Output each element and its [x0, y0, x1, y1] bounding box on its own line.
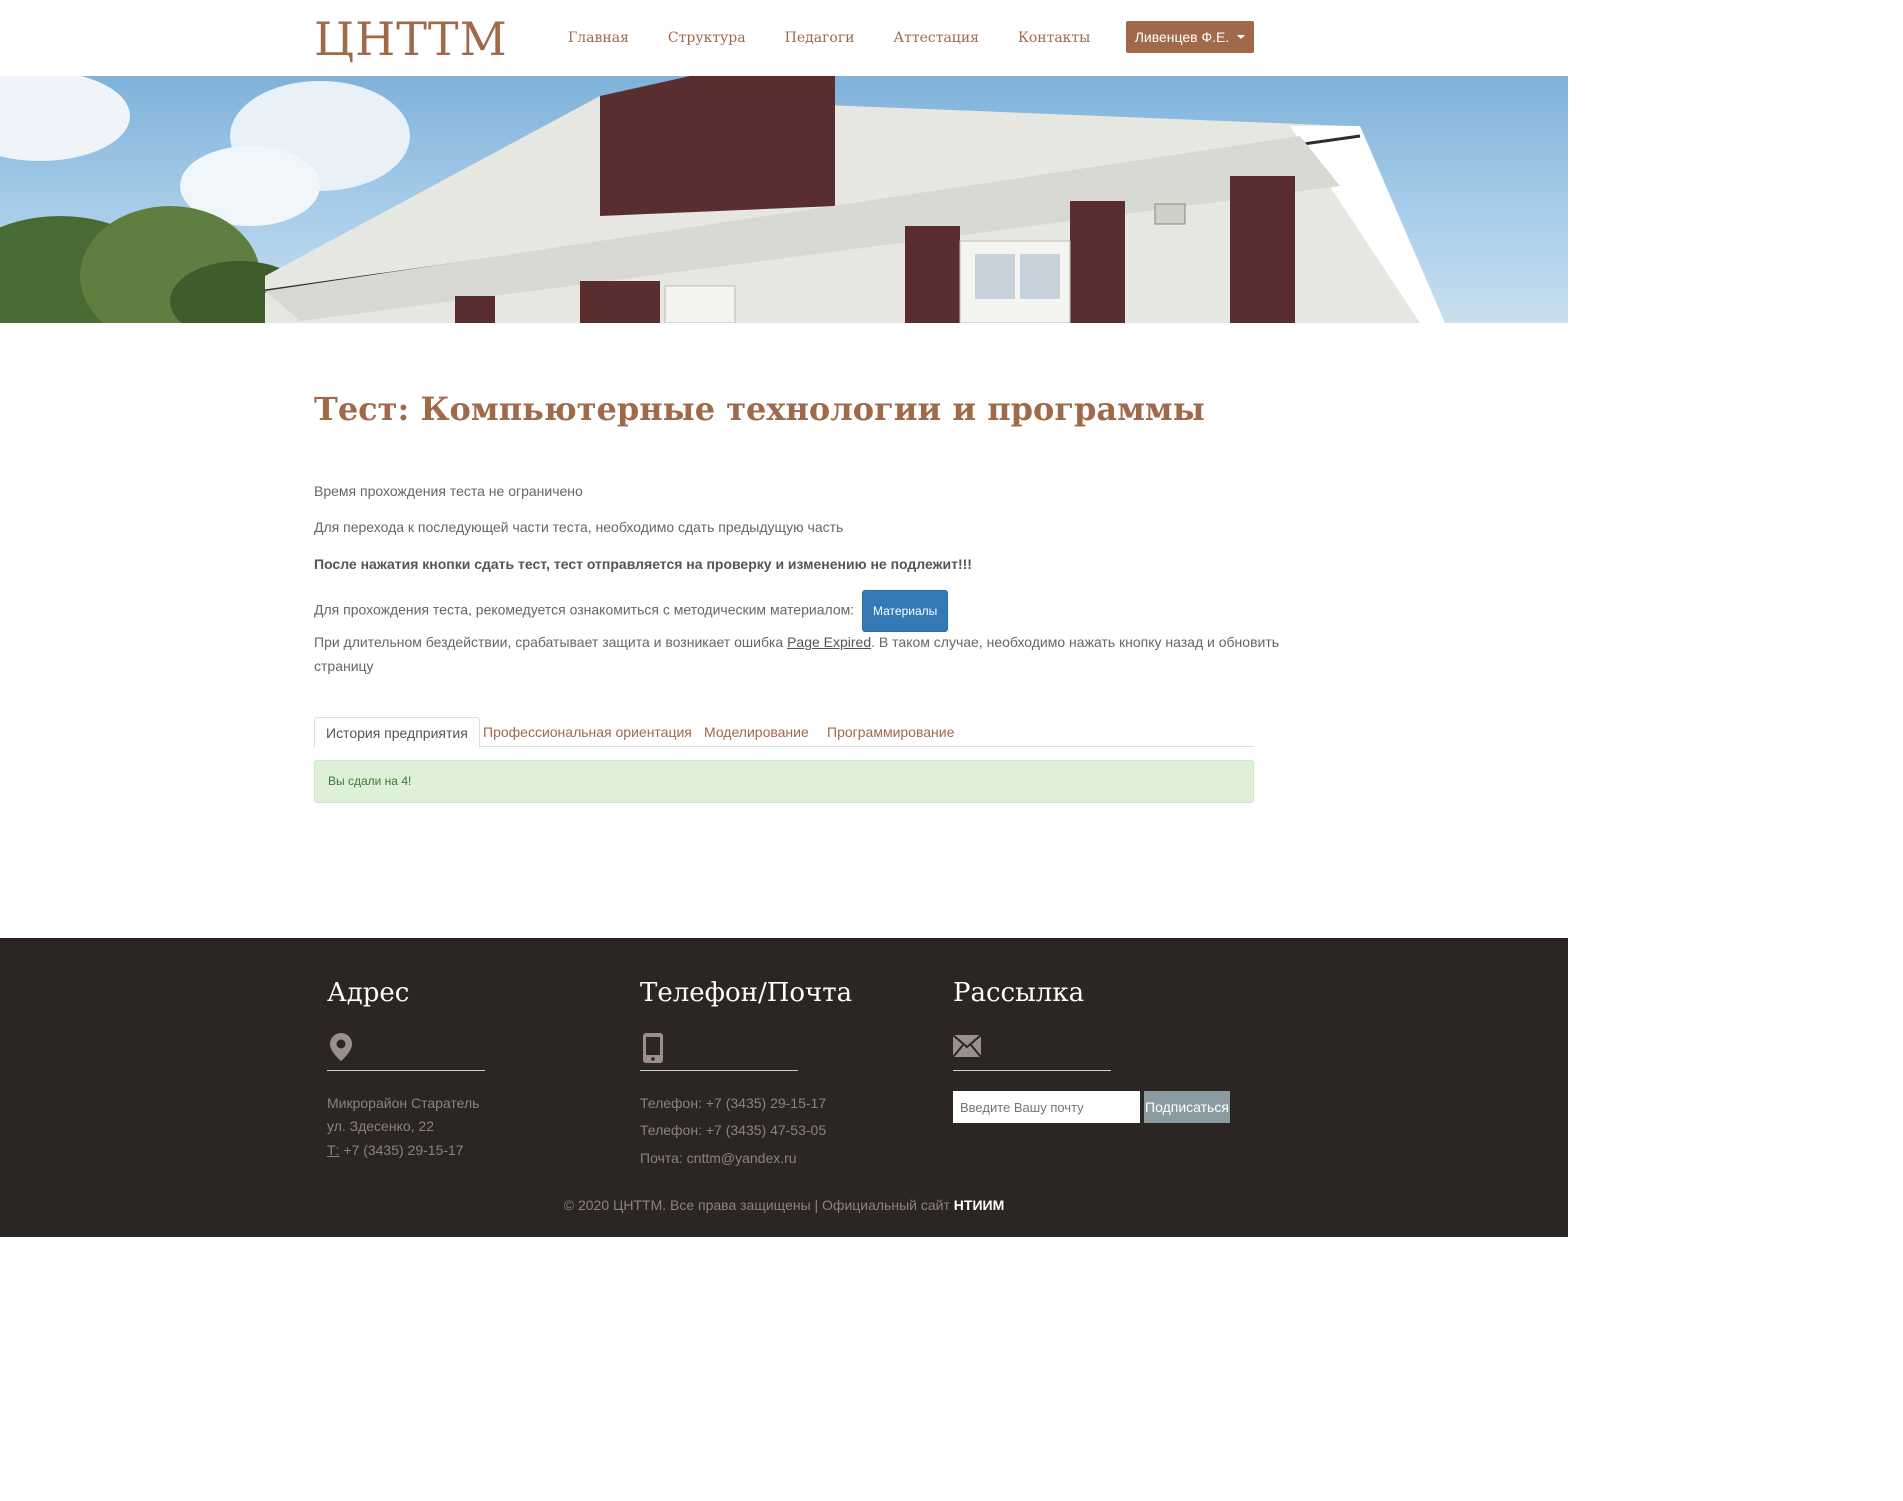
nav-item-home[interactable]: Главная [568, 29, 629, 47]
tab-history[interactable]: История предприятия [314, 717, 480, 748]
footer-address-title: Адрес [327, 978, 410, 1008]
info-warning: После нажатия кнопки сдать тест, тест от… [314, 556, 972, 572]
site-header: ЦНТТМ Главная Структура Педагоги Аттеста… [0, 0, 1568, 76]
envelope-icon [952, 1034, 982, 1062]
footer-phone1: Телефон: +7 (3435) 29-15-17 [640, 1095, 827, 1111]
nav-item-structure[interactable]: Структура [668, 29, 746, 47]
materials-button[interactable]: Материалы [862, 590, 949, 632]
footer-newsletter-divider [953, 1070, 1111, 1071]
info-expired-line2: страницу [314, 658, 374, 674]
info-time: Время прохождения теста не ограничено [314, 483, 583, 499]
footer-address-line2: ул. Здесенко, 22 [327, 1118, 434, 1134]
info-expired-text-after: . В таком случае, необходимо нажать кноп… [871, 634, 1280, 650]
footer-address-divider [327, 1070, 485, 1071]
site-footer: Адрес Микрорайон Старатель ул. Здесенко,… [0, 938, 1568, 1237]
caret-down-icon [1237, 35, 1246, 39]
site-logo[interactable]: ЦНТТМ [314, 13, 508, 65]
phone-value: +7 (3435) 29-15-17 [339, 1142, 464, 1158]
copyright-link[interactable]: НТИИМ [954, 1197, 1004, 1213]
page-title: Тест: Компьютерные технологии и программ… [314, 390, 1205, 428]
nav-item-teachers[interactable]: Педагоги [785, 29, 855, 47]
info-materials-text: Для прохождения теста, рекомедуется озна… [314, 601, 855, 618]
building-illustration [0, 76, 1445, 323]
footer-address-phone: Т: +7 (3435) 29-15-17 [327, 1140, 464, 1160]
info-sequence: Для перехода к последующей части теста, … [314, 519, 844, 535]
result-alert: Вы сдали на 4! [314, 760, 1254, 803]
copyright-text: © 2020 ЦНТТМ. Все права защищены | Офици… [563, 1197, 954, 1213]
mobile-phone-icon [643, 1033, 663, 1068]
main-nav: Главная Структура Педагоги Аттестация Ко… [568, 29, 1129, 47]
tab-modeling[interactable]: Моделирование [693, 717, 820, 747]
hero-banner-image [0, 76, 1568, 323]
subscribe-button[interactable]: Подписаться [1144, 1091, 1230, 1123]
footer-address-line1: Микрорайон Старатель [327, 1095, 480, 1111]
page-expired-link[interactable]: Page Expired [787, 634, 871, 650]
user-name: Ливенцев Ф.Е. [1134, 29, 1230, 45]
nav-item-attestation[interactable]: Аттестация [894, 29, 979, 47]
footer-email[interactable]: Почта: cnttm@yandex.ru [640, 1148, 797, 1168]
newsletter-email-input[interactable] [953, 1091, 1140, 1123]
footer-contacts-divider [640, 1070, 798, 1071]
phone-label: Т: [327, 1142, 340, 1158]
user-menu-button[interactable]: Ливенцев Ф.Е. [1126, 21, 1254, 53]
info-materials: Для прохождения теста, рекомедуется озна… [314, 590, 949, 632]
tab-career-guidance[interactable]: Профессиональная ориентация [472, 717, 703, 747]
nav-item-contacts[interactable]: Контакты [1018, 29, 1090, 47]
copyright: © 2020 ЦНТТМ. Все права защищены | Офици… [0, 1197, 1568, 1213]
tab-programming[interactable]: Программирование [816, 717, 965, 747]
info-expired-text-before: При длительном бездействии, срабатывает … [314, 634, 788, 650]
map-marker-icon [330, 1033, 352, 1066]
footer-phone2: Телефон: +7 (3435) 47-53-05 [640, 1122, 827, 1138]
footer-contacts-title: Телефон/Почта [640, 978, 853, 1008]
test-tabs: История предприятия Профессиональная ори… [314, 717, 1254, 748]
info-expired: При длительном бездействии, срабатывает … [314, 632, 1279, 652]
footer-newsletter-title: Рассылка [953, 978, 1085, 1008]
